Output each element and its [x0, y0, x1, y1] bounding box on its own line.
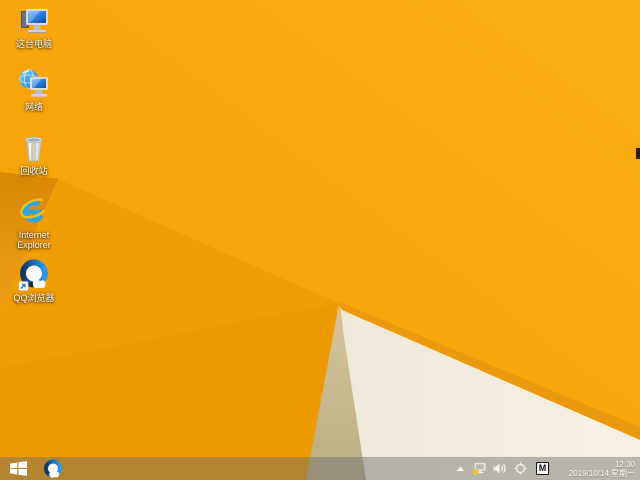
- ime-mode-letter: M: [538, 463, 547, 473]
- system-tray: M 12:30 2019/10/14 星期一: [456, 457, 640, 480]
- ime-indicator[interactable]: M: [536, 462, 549, 475]
- taskbar: M 12:30 2019/10/14 星期一: [0, 457, 640, 480]
- desktop-icon-label: 网络: [24, 102, 43, 112]
- desktop-icon-label: Internet Explorer: [17, 230, 51, 250]
- desktop-icon-label: 这台电脑: [15, 39, 52, 49]
- target-ring-icon: [514, 462, 527, 475]
- chevron-up-icon: [456, 466, 465, 471]
- start-button[interactable]: [8, 460, 28, 478]
- network-warning-icon: [472, 462, 486, 475]
- network-icon: [19, 69, 48, 97]
- desktop-icon-network[interactable]: 网络: [4, 68, 64, 112]
- desktop-icon-internet-explorer[interactable]: Internet Explorer: [4, 196, 64, 250]
- qq-browser-icon: [18, 259, 48, 291]
- this-pc-icon: [21, 9, 48, 34]
- qq-browser-taskbar-icon: [44, 459, 62, 478]
- desktop-icon-label: QQ浏览器: [13, 293, 55, 303]
- clock-date: 2019/10/14 星期一: [568, 468, 635, 478]
- taskbar-clock[interactable]: 12:30 2019/10/14 星期一: [557, 460, 635, 478]
- show-hidden-icons-button[interactable]: [456, 466, 465, 472]
- tray-volume[interactable]: [493, 463, 506, 474]
- wallpaper: [0, 0, 640, 480]
- speaker-icon: [493, 463, 506, 474]
- recycle-bin-icon: [25, 136, 43, 162]
- taskbar-qq-browser-button[interactable]: [41, 458, 65, 479]
- clock-time: 12:30: [614, 459, 635, 469]
- desktop-icon-recycle-bin[interactable]: 回收站: [4, 132, 64, 176]
- desktop-icon-qq-browser[interactable]: QQ浏览器: [4, 259, 64, 303]
- tray-utility[interactable]: [514, 462, 527, 475]
- tray-network-status[interactable]: [472, 462, 487, 476]
- windows-logo-icon: [9, 461, 27, 476]
- desktop-icon-label: 回收站: [20, 166, 48, 176]
- internet-explorer-icon: [20, 198, 48, 223]
- desktop-icon-this-pc[interactable]: 这台电脑: [4, 5, 64, 49]
- screen-edge-artifact: [636, 148, 640, 159]
